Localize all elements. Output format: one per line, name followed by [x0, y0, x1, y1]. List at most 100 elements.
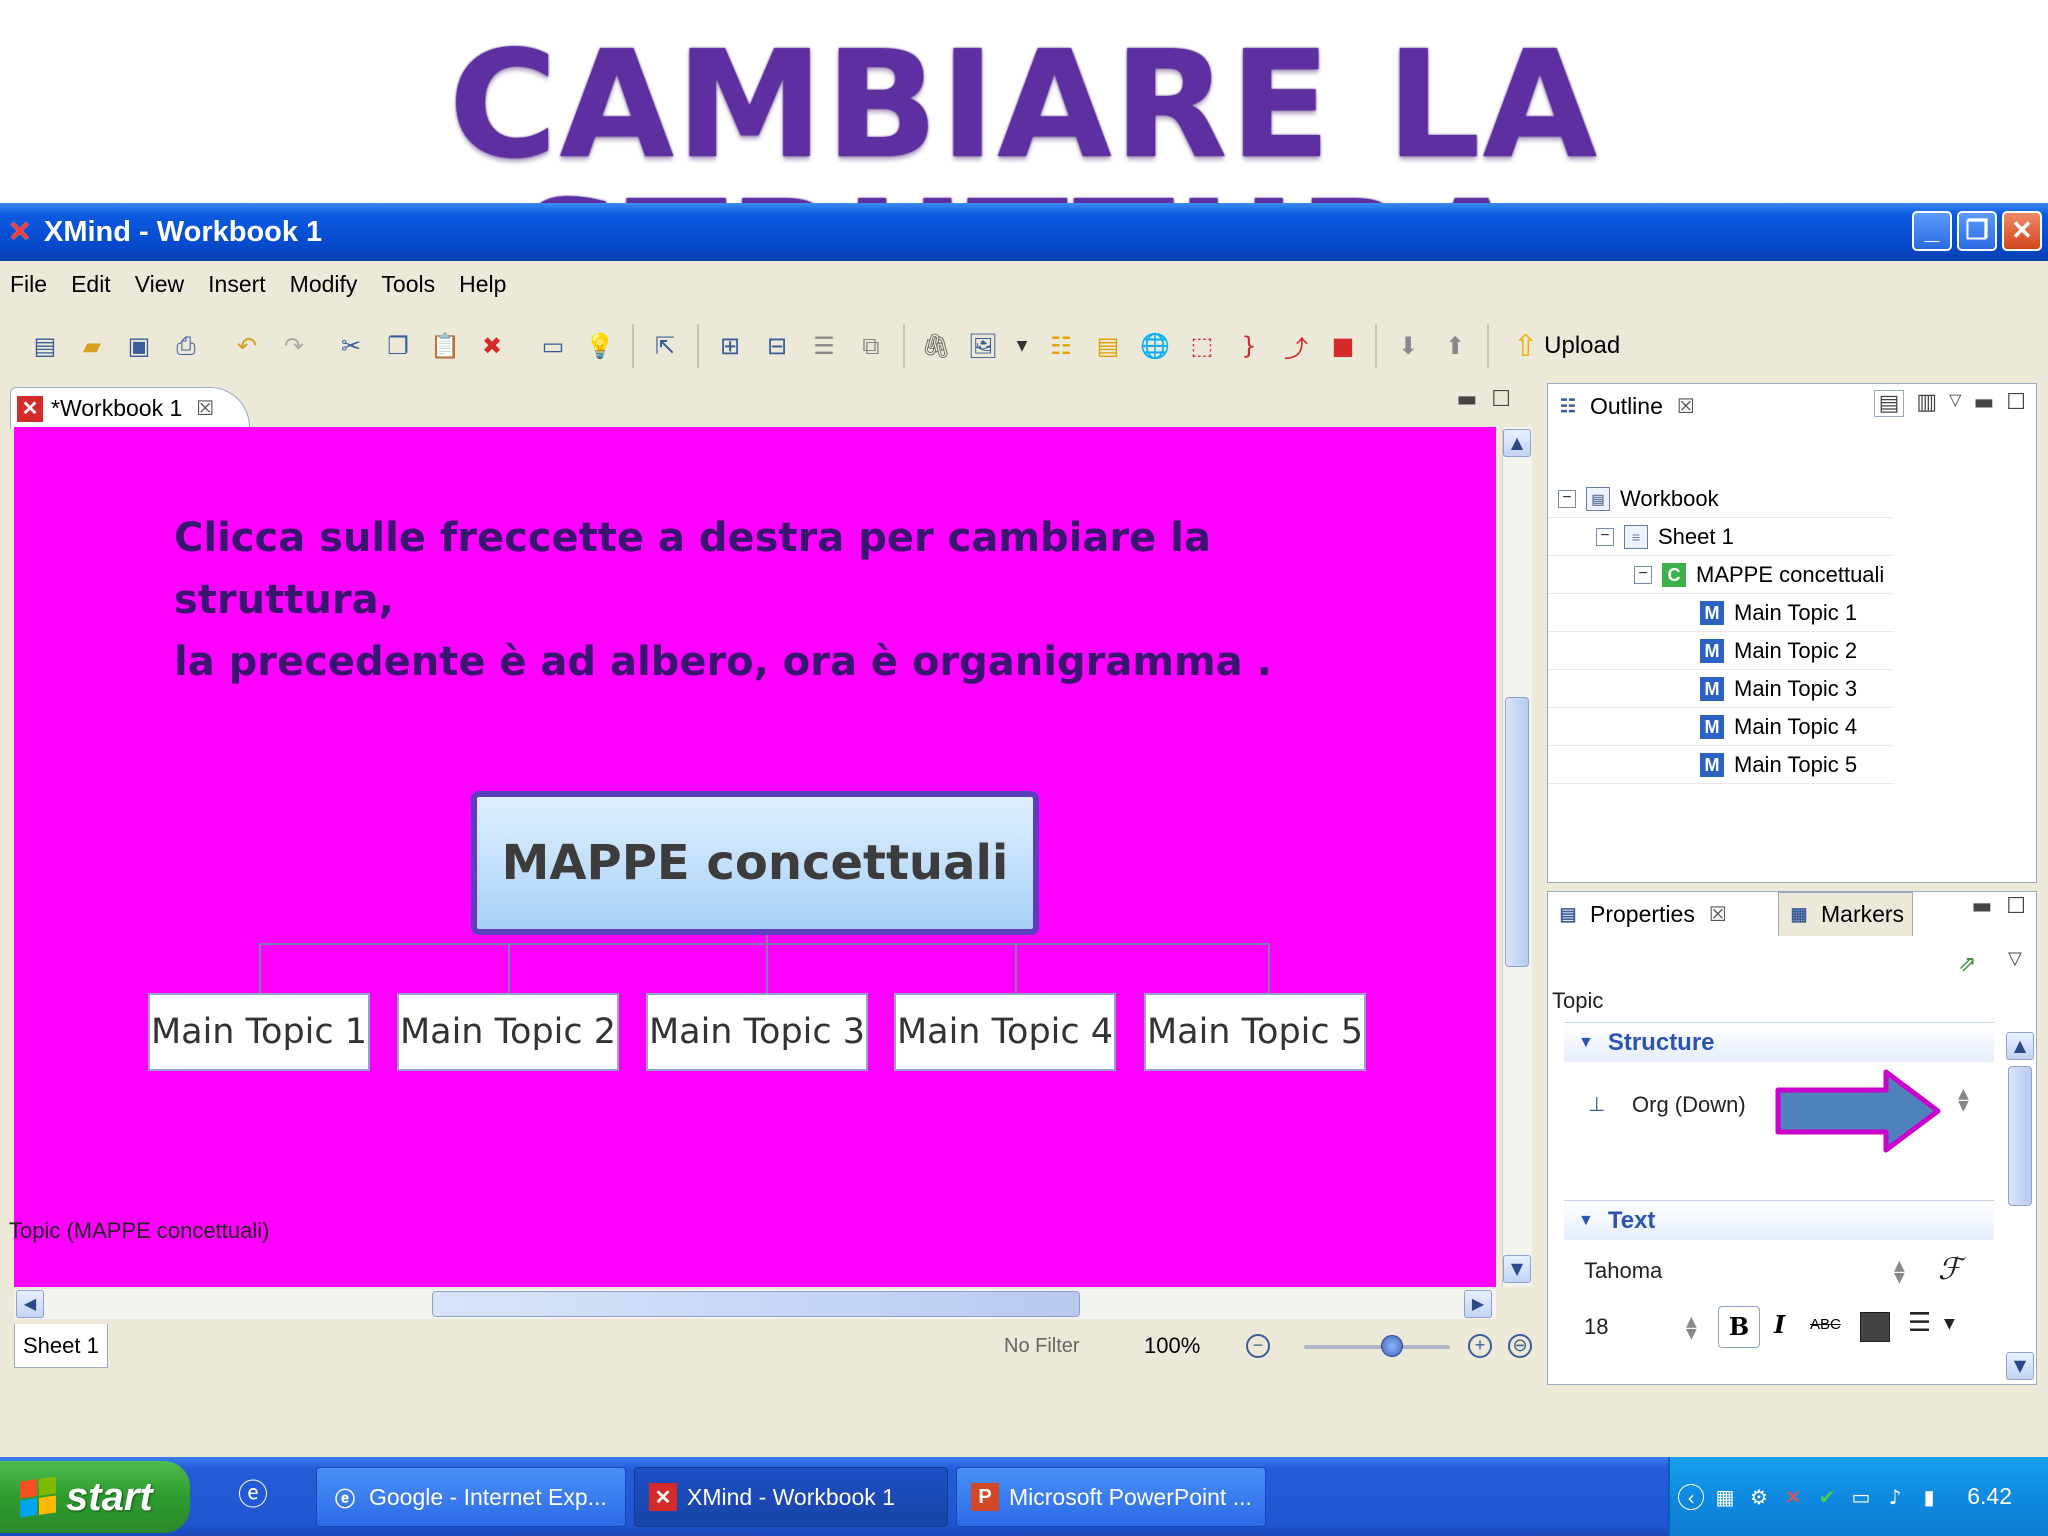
properties-scroll-thumb[interactable] — [2008, 1066, 2032, 1206]
scroll-down-icon[interactable]: ▼ — [1503, 1255, 1531, 1283]
collapse-icon[interactable]: − — [1558, 490, 1576, 508]
security-check-icon[interactable]: ✔ — [1814, 1484, 1840, 1510]
collapse-icon[interactable]: − — [1634, 566, 1652, 584]
save-icon[interactable]: ▣ — [124, 331, 154, 361]
minimize-pane-icon[interactable]: ▬ — [1973, 390, 1994, 417]
volume-icon[interactable]: ♪ — [1882, 1484, 1908, 1510]
font-size-field[interactable]: 18 — [1584, 1314, 1608, 1340]
properties-tab[interactable]: ▤ Properties ☒ — [1548, 892, 1727, 936]
outline-node-sheet[interactable]: − ≡ Sheet 1 — [1548, 518, 1895, 556]
insert-subtopic-icon[interactable]: ⊟ — [762, 331, 792, 361]
sheet-tab[interactable]: Sheet 1 — [14, 1324, 108, 1368]
drill-down-icon[interactable]: ⬇ — [1393, 331, 1423, 361]
italic-button[interactable]: I — [1774, 1310, 1785, 1339]
battery-icon[interactable]: ▮ — [1916, 1484, 1942, 1510]
scroll-up-icon[interactable]: ▲ — [1503, 429, 1531, 457]
text-align-icon[interactable]: ☰ — [1908, 1308, 1931, 1338]
xmind-tray-icon[interactable]: ✕ — [1780, 1484, 1806, 1510]
new-workbook-icon[interactable]: ▤ — [30, 331, 60, 361]
vertical-scroll-thumb[interactable] — [1505, 697, 1529, 967]
scroll-down-icon[interactable]: ▼ — [2006, 1352, 2034, 1380]
floating-topic-icon[interactable]: ⧉ — [856, 331, 886, 361]
minimize-pane-icon[interactable]: ▬ — [1456, 387, 1491, 412]
central-topic[interactable]: MAPPE concettuali — [471, 791, 1039, 935]
map-canvas[interactable]: Clicca sulle freccette a destra per camb… — [14, 427, 1496, 1287]
menu-insert[interactable]: Insert — [208, 271, 266, 298]
structure-selector[interactable]: ⊥ Org (Down) — [1588, 1092, 1746, 1118]
zoom-slider[interactable] — [1304, 1345, 1450, 1349]
zoom-reset-icon[interactable]: ⊖ — [1508, 1334, 1532, 1358]
drill-up-icon[interactable]: ⬆ — [1440, 331, 1470, 361]
horizontal-scrollbar[interactable]: ◀ ▶ — [14, 1289, 1496, 1319]
bold-button[interactable]: B — [1718, 1306, 1760, 1348]
font-name-spinner-icon[interactable]: ▲ ▼ — [1894, 1259, 1905, 1285]
export-icon[interactable]: ⇱ — [650, 331, 680, 361]
menu-help[interactable]: Help — [459, 271, 506, 298]
upload-button[interactable]: ⇧ Upload — [1513, 329, 1620, 364]
cut-icon[interactable]: ✂ — [336, 331, 366, 361]
hyperlink-globe-icon[interactable]: 🌐 — [1140, 331, 1170, 361]
zoom-out-icon[interactable]: − — [1246, 1334, 1270, 1358]
outline-node-topic[interactable]: M Main Topic 3 — [1548, 670, 1895, 708]
zoom-in-icon[interactable]: + — [1468, 1334, 1492, 1358]
chevron-down-icon[interactable]: ▽ — [2008, 948, 2022, 969]
markers-tab[interactable]: ▦ Markers — [1778, 892, 1914, 936]
chevron-down-icon[interactable]: ▼ — [1015, 331, 1029, 361]
main-topic-2[interactable]: Main Topic 2 — [397, 993, 619, 1071]
tray-expand-icon[interactable]: ‹ — [1678, 1483, 1704, 1510]
close-outline-icon[interactable]: ☒ — [1677, 394, 1695, 419]
outline-node-workbook[interactable]: − ▤ Workbook — [1548, 480, 1895, 518]
horizontal-scroll-thumb[interactable] — [432, 1291, 1080, 1317]
title-bar[interactable]: ✕ XMind - Workbook 1 _ ❐ ✕ — [0, 203, 2048, 261]
maximize-pane-icon[interactable]: ☐ — [2006, 894, 2026, 919]
tray-app-icon[interactable]: ▦ — [1712, 1484, 1738, 1510]
stop-icon[interactable]: ■ — [1328, 331, 1358, 361]
main-topic-4[interactable]: Main Topic 4 — [894, 993, 1116, 1071]
filter-status[interactable]: No Filter — [1004, 1335, 1080, 1358]
minimize-pane-icon[interactable]: ▬ — [1971, 894, 1992, 919]
maximize-pane-icon[interactable]: ☐ — [1491, 387, 1525, 412]
label-icon[interactable]: ☷ — [1046, 331, 1076, 361]
scroll-up-icon[interactable]: ▲ — [2006, 1032, 2034, 1060]
open-folder-icon[interactable]: ▰ — [77, 331, 107, 361]
attachment-icon[interactable]: 🖇 — [921, 331, 951, 361]
close-tab-icon[interactable]: ☒ — [196, 396, 214, 421]
outline-list-view-icon[interactable]: ▥ — [1916, 390, 1937, 417]
structure-section-header[interactable]: ▼ Structure — [1564, 1022, 1994, 1062]
undo-icon[interactable]: ↶ — [232, 331, 262, 361]
start-button[interactable]: start — [0, 1461, 190, 1533]
zoom-value[interactable]: 100% — [1144, 1333, 1200, 1359]
close-button[interactable]: ✕ — [2002, 211, 2042, 251]
notes-icon[interactable]: ▤ — [1093, 331, 1123, 361]
summary-icon[interactable]: } — [1234, 331, 1264, 361]
chevron-down-icon[interactable]: ▼ — [1944, 1316, 1955, 1332]
vertical-scrollbar[interactable]: ▲ ▼ — [1502, 427, 1532, 1287]
main-topic-1[interactable]: Main Topic 1 — [148, 993, 370, 1071]
main-topic-5[interactable]: Main Topic 5 — [1144, 993, 1366, 1071]
brainstorm-bulb-icon[interactable]: 💡 — [585, 331, 615, 361]
scroll-right-icon[interactable]: ▶ — [1464, 1290, 1492, 1318]
insert-parent-icon[interactable]: ☰ — [809, 331, 839, 361]
outline-node-topic[interactable]: M Main Topic 2 — [1548, 632, 1895, 670]
delete-icon[interactable]: ✖ — [477, 331, 507, 361]
image-icon[interactable]: 🖼 — [968, 331, 998, 361]
taskbar-item-ie[interactable]: ⓔ Google - Internet Exp... — [316, 1467, 626, 1527]
redo-icon[interactable]: ↷ — [279, 331, 309, 361]
restore-button[interactable]: ❐ — [1957, 211, 1997, 251]
outline-node-central[interactable]: − C MAPPE concettuali — [1548, 556, 1895, 594]
presentation-icon[interactable]: ▭ — [538, 331, 568, 361]
strikethrough-button[interactable]: ABC — [1810, 1316, 1841, 1333]
taskbar-item-xmind[interactable]: ✕ XMind - Workbook 1 — [634, 1467, 948, 1527]
network-icon[interactable]: ⚙ — [1746, 1484, 1772, 1510]
taskbar-item-powerpoint[interactable]: P Microsoft PowerPoint ... — [956, 1467, 1266, 1527]
menu-edit[interactable]: Edit — [71, 271, 111, 298]
print-icon[interactable]: ⎙ — [171, 331, 201, 361]
paste-icon[interactable]: 📋 — [430, 331, 460, 361]
outline-node-topic[interactable]: M Main Topic 4 — [1548, 708, 1895, 746]
menu-modify[interactable]: Modify — [290, 271, 358, 298]
menu-tools[interactable]: Tools — [381, 271, 435, 298]
collapse-icon[interactable]: − — [1596, 528, 1614, 546]
font-name-field[interactable]: Tahoma — [1584, 1258, 1662, 1284]
monitor-icon[interactable]: ▭ — [1848, 1484, 1874, 1510]
structure-spinner-icon[interactable]: ▲ ▼ — [1958, 1087, 1969, 1113]
